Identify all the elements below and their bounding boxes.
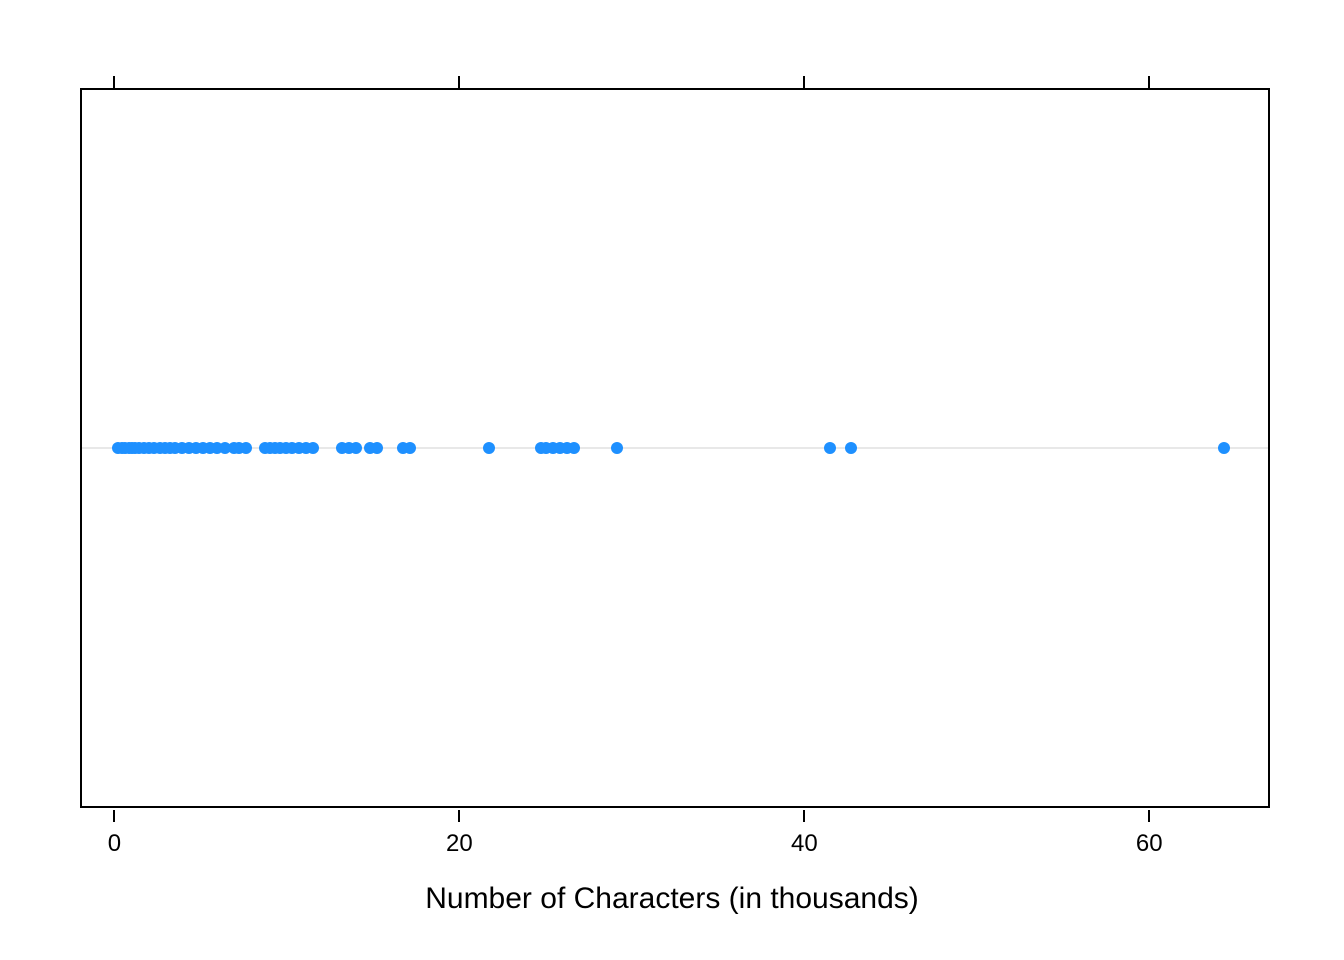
x-tick-top bbox=[458, 76, 460, 88]
x-tick-label: 40 bbox=[791, 830, 818, 858]
x-tick-bottom bbox=[1148, 810, 1150, 822]
strip-plot-chart: 0 20 40 60 Number of Characters (in thousan… bbox=[0, 0, 1344, 960]
x-tick-bottom bbox=[113, 810, 115, 822]
data-point bbox=[1218, 442, 1230, 454]
data-point bbox=[611, 442, 623, 454]
x-tick-label: 60 bbox=[1136, 830, 1163, 858]
x-tick-top bbox=[803, 76, 805, 88]
data-point bbox=[568, 442, 580, 454]
data-point bbox=[845, 442, 857, 454]
data-point bbox=[350, 442, 362, 454]
data-point bbox=[483, 442, 495, 454]
x-tick-label: 0 bbox=[108, 830, 121, 858]
x-tick-top bbox=[113, 76, 115, 88]
data-point bbox=[307, 442, 319, 454]
data-point bbox=[371, 442, 383, 454]
data-point bbox=[240, 442, 252, 454]
data-point bbox=[404, 442, 416, 454]
x-tick-label: 20 bbox=[446, 830, 473, 858]
x-tick-bottom bbox=[803, 810, 805, 822]
plot-area bbox=[80, 88, 1270, 808]
data-point bbox=[824, 442, 836, 454]
x-tick-bottom bbox=[458, 810, 460, 822]
x-axis-label: Number of Characters (in thousands) bbox=[425, 882, 919, 916]
x-tick-top bbox=[1148, 76, 1150, 88]
